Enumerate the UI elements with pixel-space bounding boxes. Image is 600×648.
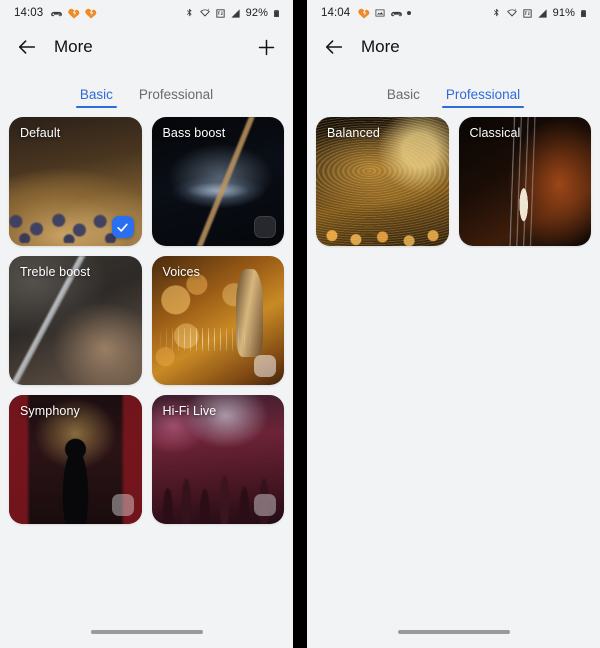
preset-card-label: Balanced	[327, 126, 380, 140]
image-icon	[374, 7, 386, 19]
wifi-icon	[506, 7, 518, 19]
tab-bar: Basic Professional	[307, 74, 600, 108]
bluetooth-icon	[491, 8, 502, 19]
signal-bars-icon	[230, 8, 241, 19]
preset-card-label: Treble boost	[20, 265, 91, 279]
tab-basic[interactable]: Basic	[75, 87, 117, 108]
page-title: More	[361, 37, 400, 56]
preset-card[interactable]: Bass boost	[151, 117, 284, 246]
panel-divider	[293, 0, 307, 648]
preset-card[interactable]: Default	[9, 117, 142, 246]
signal-bars-icon	[537, 8, 548, 19]
tab-bar: Basic Professional	[0, 74, 293, 108]
nfc-icon	[522, 8, 533, 19]
selected-check-badge	[111, 216, 134, 238]
bluetooth-icon	[184, 8, 195, 19]
preset-card-label: Hi-Fi Live	[162, 404, 217, 418]
tab-professional[interactable]: Professional	[441, 87, 525, 108]
status-bar-right: 92%	[184, 7, 281, 19]
preset-grid: Balanced Classical	[307, 108, 600, 246]
status-bar-clock: 14:04	[321, 7, 351, 19]
home-indicator-bar[interactable]	[90, 630, 203, 634]
preset-options-badge[interactable]	[254, 216, 276, 238]
preset-options-badge[interactable]	[111, 494, 134, 516]
status-bar: 14:03 92%	[0, 0, 293, 26]
home-indicator-area	[0, 616, 293, 648]
preset-card[interactable]: Hi-Fi Live	[151, 395, 284, 524]
preset-card-label: Symphony	[20, 404, 80, 418]
preset-card-label: Bass boost	[162, 126, 226, 140]
status-bar-left: 14:04	[321, 7, 412, 20]
dual-screenshot-stage: 14:03 92% More Basic Professional Default Bass…	[0, 0, 600, 648]
game-controller-icon	[50, 7, 63, 20]
right-phone-panel: 14:04 91% More Basic Professional Balanced Cla…	[307, 0, 600, 648]
preset-card[interactable]: Classical	[458, 117, 591, 246]
home-indicator-area	[307, 616, 600, 648]
battery-percentage: 92%	[245, 7, 268, 19]
battery-full-icon	[272, 8, 281, 19]
heart-break-icon	[357, 7, 370, 20]
game-controller-icon	[390, 7, 403, 20]
status-bar-clock: 14:03	[14, 7, 44, 19]
app-bar: More	[307, 26, 600, 68]
preset-card-label: Classical	[469, 126, 521, 140]
back-arrow-icon[interactable]	[14, 34, 40, 60]
page-title: More	[54, 37, 93, 56]
battery-percentage: 91%	[552, 7, 575, 19]
preset-card[interactable]: Treble boost	[9, 256, 142, 385]
heart-break-icon	[67, 7, 80, 20]
home-indicator-bar[interactable]	[397, 630, 510, 634]
back-arrow-icon[interactable]	[321, 34, 347, 60]
preset-card-label: Default	[20, 126, 61, 140]
preset-grid: Default Bass boost Treble boost Voices Symph…	[0, 108, 293, 524]
tab-professional[interactable]: Professional	[135, 87, 217, 108]
status-bar-right: 91%	[491, 7, 588, 19]
dot-icon	[407, 11, 412, 15]
left-phone-panel: 14:03 92% More Basic Professional Default Bass…	[0, 0, 293, 648]
plus-icon[interactable]	[253, 34, 279, 60]
app-bar: More	[0, 26, 293, 68]
preset-options-badge[interactable]	[254, 355, 276, 377]
preset-card-label: Voices	[162, 265, 200, 279]
status-bar: 14:04 91%	[307, 0, 600, 26]
preset-card[interactable]: Balanced	[316, 117, 449, 246]
wifi-icon	[199, 7, 211, 19]
tab-basic[interactable]: Basic	[383, 87, 424, 108]
nfc-icon	[215, 8, 226, 19]
battery-full-icon	[579, 8, 588, 19]
status-bar-left: 14:03	[14, 7, 97, 20]
heart-break-icon	[84, 7, 97, 20]
preset-card[interactable]: Voices	[151, 256, 284, 385]
preset-options-badge[interactable]	[254, 494, 276, 516]
preset-card[interactable]: Symphony	[9, 395, 142, 524]
